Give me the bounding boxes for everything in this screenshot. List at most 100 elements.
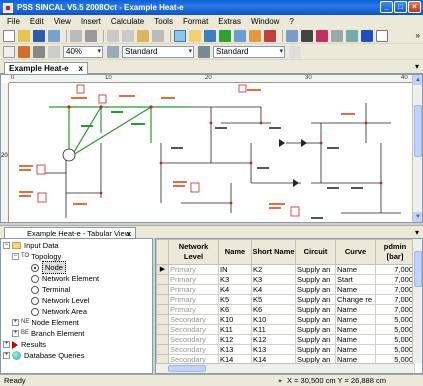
table-cell[interactable]: Name xyxy=(335,264,376,275)
graphics-view-icon[interactable] xyxy=(174,29,186,42)
table-row[interactable]: Secondary K12 K12 Supply an Name 5,000 xyxy=(156,334,415,345)
properties-icon[interactable] xyxy=(376,29,388,42)
tree-item-terminal[interactable]: Terminal xyxy=(31,284,70,295)
table-cell[interactable]: Supply an xyxy=(295,304,336,315)
grid-horizontal-scrollbar[interactable] xyxy=(156,363,414,373)
menu-format[interactable]: Format xyxy=(178,17,213,26)
scroll-thumb[interactable] xyxy=(168,365,206,372)
menu-view[interactable]: View xyxy=(49,17,76,26)
tree-item-network-element[interactable]: Network Element xyxy=(31,273,99,284)
row-header[interactable]: ▶ xyxy=(156,264,169,275)
table-cell[interactable]: K11 xyxy=(218,324,252,335)
menu-extras[interactable]: Extras xyxy=(213,17,246,26)
style-icon[interactable] xyxy=(107,45,119,58)
radio-icon[interactable] xyxy=(31,285,39,294)
print-icon[interactable] xyxy=(85,29,97,42)
grid-icon[interactable] xyxy=(33,45,45,58)
scroll-thumb[interactable] xyxy=(414,105,422,157)
copy-icon[interactable] xyxy=(122,29,134,42)
network-diagram[interactable]: 0 10 20 30 40 20 ▲ ▼ xyxy=(0,74,423,223)
layers-icon[interactable] xyxy=(286,29,298,42)
table-row[interactable]: Secondary K11 K11 Supply an Name 5,000 xyxy=(156,324,415,335)
tree-item-network-area[interactable]: Network Area xyxy=(31,306,87,317)
scroll-thumb[interactable] xyxy=(414,251,422,287)
menu-file[interactable]: File xyxy=(2,17,25,26)
diagram-vertical-scrollbar[interactable]: ▲ ▼ xyxy=(412,75,422,222)
tabular-view-icon[interactable] xyxy=(189,29,201,42)
tab-example-heat-e[interactable]: Example Heat-e x xyxy=(4,62,88,74)
table-cell[interactable]: 5,000 xyxy=(375,314,415,325)
new-file-icon[interactable] xyxy=(3,29,15,42)
table-row[interactable]: Secondary K13 K13 Supply an Name 5,000 xyxy=(156,344,415,355)
row-header[interactable] xyxy=(156,314,169,325)
table-cell[interactable]: Supply an xyxy=(295,324,336,335)
expand-icon[interactable]: + xyxy=(3,341,10,348)
chart-icon[interactable] xyxy=(249,29,261,42)
table-cell[interactable]: K5 xyxy=(218,294,252,305)
calculate-icon[interactable] xyxy=(204,29,216,42)
expand-icon[interactable]: + xyxy=(12,319,19,326)
row-header[interactable] xyxy=(156,324,169,335)
table-cell[interactable]: Name xyxy=(335,344,376,355)
tree-item-node-element[interactable]: + NE Node Element xyxy=(12,317,79,328)
row-header[interactable] xyxy=(156,334,169,345)
table-cell[interactable]: K10 xyxy=(218,314,252,325)
table-cell[interactable]: K6 xyxy=(218,304,252,315)
zoom-icon[interactable] xyxy=(48,45,60,58)
table-cell[interactable]: 7,000 xyxy=(375,294,415,305)
table-row[interactable]: ▶ Primary IN K2 Supply an Name 7,000 xyxy=(156,264,415,275)
expand-icon[interactable]: + xyxy=(12,330,19,337)
table-cell[interactable]: Secondary xyxy=(168,334,219,345)
table-cell[interactable]: Supply an xyxy=(295,294,336,305)
table-cell[interactable]: Supply an xyxy=(295,344,336,355)
tree-item-branch-element[interactable]: + BE Branch Element xyxy=(12,328,84,339)
table-cell[interactable]: 5,000 xyxy=(375,324,415,335)
search-icon[interactable] xyxy=(48,29,60,42)
filter-icon[interactable] xyxy=(346,29,358,42)
table-cell[interactable]: IN xyxy=(218,264,252,275)
play-icon[interactable] xyxy=(301,29,313,42)
table-cell[interactable]: Secondary xyxy=(168,314,219,325)
table-cell[interactable]: 7,000 xyxy=(375,284,415,295)
insert-element-icon[interactable] xyxy=(316,29,328,42)
row-header[interactable] xyxy=(156,284,169,295)
close-tab-icon[interactable]: x xyxy=(79,63,83,74)
collapse-icon[interactable]: − xyxy=(12,253,19,260)
menu-insert[interactable]: Insert xyxy=(76,17,106,26)
row-header[interactable] xyxy=(156,304,169,315)
print-preview-icon[interactable] xyxy=(70,29,82,42)
maximize-button[interactable]: □ xyxy=(394,1,407,13)
radio-icon[interactable] xyxy=(31,307,39,316)
grid-vertical-scrollbar[interactable] xyxy=(412,239,422,363)
paste-icon[interactable] xyxy=(137,29,149,42)
table-cell[interactable]: Supply an xyxy=(295,284,336,295)
expand-icon[interactable]: + xyxy=(3,352,10,359)
table-cell[interactable]: K5 xyxy=(251,294,296,305)
toolbar-overflow-icon[interactable]: » xyxy=(416,31,420,40)
close-window-button[interactable]: × xyxy=(408,1,421,13)
table-cell[interactable]: K13 xyxy=(218,344,252,355)
table-cell[interactable]: Name xyxy=(335,284,376,295)
table-cell[interactable]: K12 xyxy=(218,334,252,345)
table-row[interactable]: Secondary K10 K10 Supply an Name 5,000 xyxy=(156,314,415,325)
draw-tool-icon[interactable] xyxy=(18,45,30,58)
style-select-1[interactable]: Standard xyxy=(122,45,194,58)
cut-icon[interactable] xyxy=(107,29,119,42)
table-cell[interactable]: Name xyxy=(335,334,376,345)
table-cell[interactable]: K12 xyxy=(251,334,296,345)
radio-selected-icon[interactable] xyxy=(31,263,39,272)
scroll-up-icon[interactable]: ▲ xyxy=(413,75,422,85)
table-cell[interactable]: Primary xyxy=(168,284,219,295)
row-header[interactable] xyxy=(156,274,169,285)
table-cell[interactable]: K13 xyxy=(251,344,296,355)
table-cell[interactable]: Primary xyxy=(168,274,219,285)
column-header[interactable]: Network Level xyxy=(168,239,219,265)
table-cell[interactable]: K3 xyxy=(218,274,252,285)
table-cell[interactable]: Secondary xyxy=(168,324,219,335)
minimize-button[interactable]: _ xyxy=(380,1,393,13)
column-header[interactable]: Curve xyxy=(335,239,376,265)
column-header[interactable]: Circuit xyxy=(295,239,336,265)
table-cell[interactable]: Supply an xyxy=(295,314,336,325)
tree-item-database-queries[interactable]: + Database Queries xyxy=(3,350,84,361)
radio-icon[interactable] xyxy=(31,296,39,305)
